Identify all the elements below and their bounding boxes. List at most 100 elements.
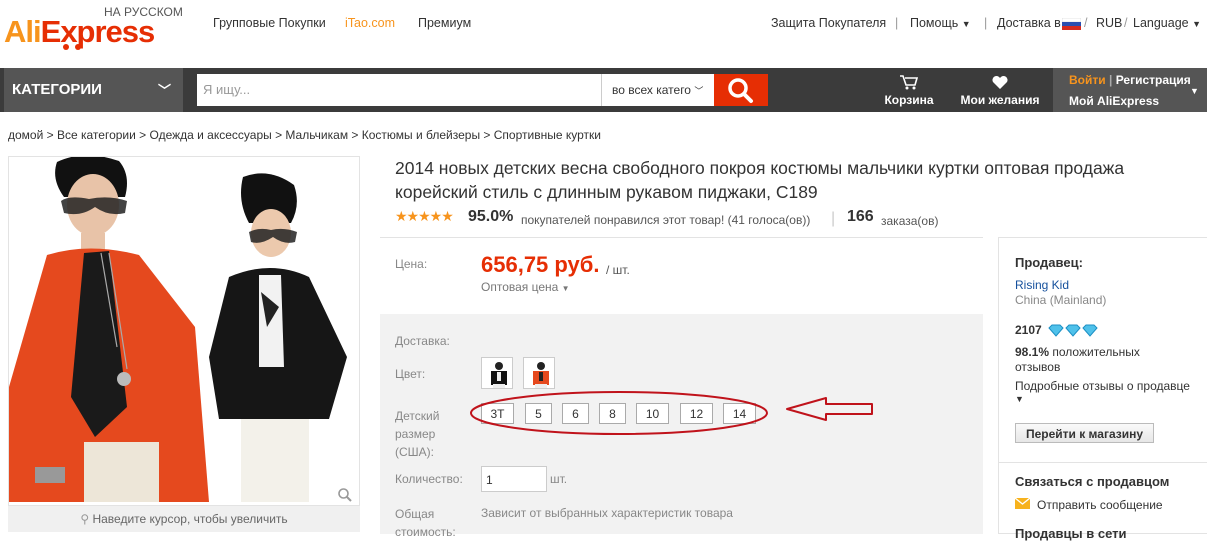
rating-text[interactable]: покупателей понравился этот товар! (41 г…	[521, 213, 810, 227]
wholesale-label: Оптовая цена	[481, 280, 559, 294]
send-message-link[interactable]: Отправить сообщение	[1037, 498, 1163, 512]
nav-delivery-label: Доставка в	[997, 16, 1061, 30]
contact-heading: Связаться с продавцом	[1015, 474, 1170, 489]
orders-label: заказа(ов)	[881, 214, 939, 228]
rating-percent: 95.0%	[468, 208, 514, 225]
heart-icon	[992, 75, 1008, 89]
size-label-line: Детский	[395, 409, 440, 423]
product-main-image[interactable]	[8, 156, 360, 506]
total-label-line: Общая	[395, 507, 435, 521]
nav-help-label: Помощь	[910, 16, 959, 30]
chevron-down-icon: ▼	[1192, 19, 1202, 29]
size-option[interactable]: 10	[636, 403, 669, 424]
categories-dropdown[interactable]: КАТЕГОРИИ ﹀	[4, 68, 183, 112]
cart-button[interactable]: Корзина	[878, 74, 940, 107]
logo-e: E	[40, 14, 62, 49]
chevron-down-icon: ▼	[561, 284, 570, 293]
top-header: НА РУССКОМ AliExpress Групповые Покупки …	[0, 0, 1207, 68]
positive-text-line2: отзывов	[1015, 360, 1061, 374]
nav-divider: |	[984, 16, 988, 30]
options-panel	[380, 314, 983, 534]
nav-delivery[interactable]: Доставка в	[997, 16, 1061, 30]
nav-group-buy[interactable]: Групповые Покупки	[213, 16, 326, 30]
nav-language[interactable]: Language ▼	[1133, 16, 1201, 30]
chevron-down-icon: ﹀	[157, 83, 171, 98]
nav-divider: /	[1124, 16, 1128, 30]
total-label: Общая стоимость:	[395, 505, 456, 541]
go-to-store-button[interactable]: Перейти к магазину	[1015, 423, 1154, 443]
nav-premium[interactable]: Премиум	[418, 16, 471, 30]
magnifier-icon	[338, 488, 352, 502]
detailed-feedback-link[interactable]: Подробные отзывы о продавце	[1015, 379, 1190, 393]
color-option-black[interactable]	[481, 357, 513, 389]
positive-text: положительных	[1052, 345, 1140, 359]
envelope-icon	[1015, 498, 1030, 509]
orders-count: 166	[847, 208, 874, 225]
logo-ali: Ali	[4, 14, 42, 49]
zoom-hint: Наведите курсор, чтобы увеличить	[92, 512, 288, 526]
search-scope-value: во всех катего	[612, 83, 691, 97]
wishlist-button[interactable]: Мои желания	[956, 75, 1044, 107]
price-label: Цена:	[395, 257, 428, 271]
account-menu[interactable]: Войти | Регистрация Мой AliExpress ▼	[1053, 68, 1207, 112]
cart-label: Корзина	[884, 93, 934, 107]
breadcrumb[interactable]: домой > Все категории > Одежда и аксессу…	[8, 128, 601, 142]
quantity-label: Количество:	[395, 472, 463, 486]
nav-buyer-protection[interactable]: Защита Покупателя	[771, 16, 886, 30]
search-icon: ⚲	[80, 512, 90, 526]
seller-panel: Продавец: Rising Kid China (Mainland) 21…	[998, 237, 1207, 541]
color-thumb-image	[491, 362, 507, 388]
cart-logo-icon	[63, 44, 81, 50]
nav-currency[interactable]: RUB	[1096, 16, 1122, 30]
size-option[interactable]: 12	[680, 403, 713, 424]
size-option[interactable]: 14	[723, 403, 756, 424]
nav-language-label: Language	[1133, 16, 1189, 30]
search-input[interactable]: Я ищу...	[197, 74, 601, 106]
zoom-hint-bar: ⚲ Наведите курсор, чтобы увеличить	[8, 506, 360, 532]
wholesale-price-toggle[interactable]: Оптовая цена ▼	[481, 280, 570, 294]
shipping-label: Доставка:	[395, 334, 450, 348]
nav-divider: /	[1084, 16, 1088, 30]
size-option[interactable]: 3T	[481, 403, 514, 424]
color-label: Цвет:	[395, 367, 426, 381]
my-account-label: Мой AliExpress	[1069, 94, 1160, 108]
wishlist-label: Мои желания	[960, 93, 1040, 107]
price-unit: / шт.	[606, 263, 630, 277]
search-button[interactable]	[714, 74, 768, 106]
chevron-down-icon: ▼	[1190, 86, 1199, 96]
size-option[interactable]: 6	[562, 403, 589, 424]
quantity-input[interactable]: 1	[481, 466, 547, 492]
chevron-down-icon[interactable]: ▼	[1015, 394, 1024, 404]
divider	[999, 462, 1207, 463]
seller-heading: Продавец:	[1015, 255, 1083, 270]
nav-help[interactable]: Помощь ▼	[910, 16, 971, 30]
size-option[interactable]: 8	[599, 403, 626, 424]
login-link[interactable]: Войти	[1069, 73, 1106, 87]
color-thumb-image	[533, 362, 549, 388]
chevron-down-icon: ﹀	[694, 86, 704, 96]
seller-country: China (Mainland)	[1015, 293, 1107, 307]
search-icon	[728, 78, 753, 103]
total-label-line: стоимость:	[395, 525, 456, 539]
register-link[interactable]: Регистрация	[1116, 73, 1191, 87]
nav-divider: |	[895, 16, 899, 30]
size-label: Детский размер (США):	[395, 407, 439, 461]
product-photo	[9, 157, 347, 502]
rating-divider: |	[831, 210, 836, 227]
size-option[interactable]: 5	[525, 403, 552, 424]
chevron-down-icon: ▼	[961, 19, 971, 29]
search-scope-select[interactable]: во всех катего ﹀	[601, 74, 714, 106]
nav-itao[interactable]: iTao.com	[345, 16, 395, 30]
divider	[380, 237, 983, 238]
diamond-rating-icon	[1048, 324, 1098, 337]
seller-score: 2107	[1015, 323, 1042, 337]
cart-icon	[900, 75, 919, 90]
seller-name[interactable]: Rising Kid	[1015, 278, 1069, 292]
size-label-line: размер	[395, 427, 436, 441]
total-value: Зависит от выбранных характеристик товар…	[481, 506, 733, 520]
size-label-line: (США):	[395, 445, 434, 459]
color-option-red[interactable]	[523, 357, 555, 389]
quantity-unit: шт.	[550, 472, 568, 486]
main-nav-bar: КАТЕГОРИИ ﹀ Я ищу... во всех катего ﹀ Кор…	[0, 68, 1207, 112]
positive-percent: 98.1%	[1015, 345, 1050, 359]
